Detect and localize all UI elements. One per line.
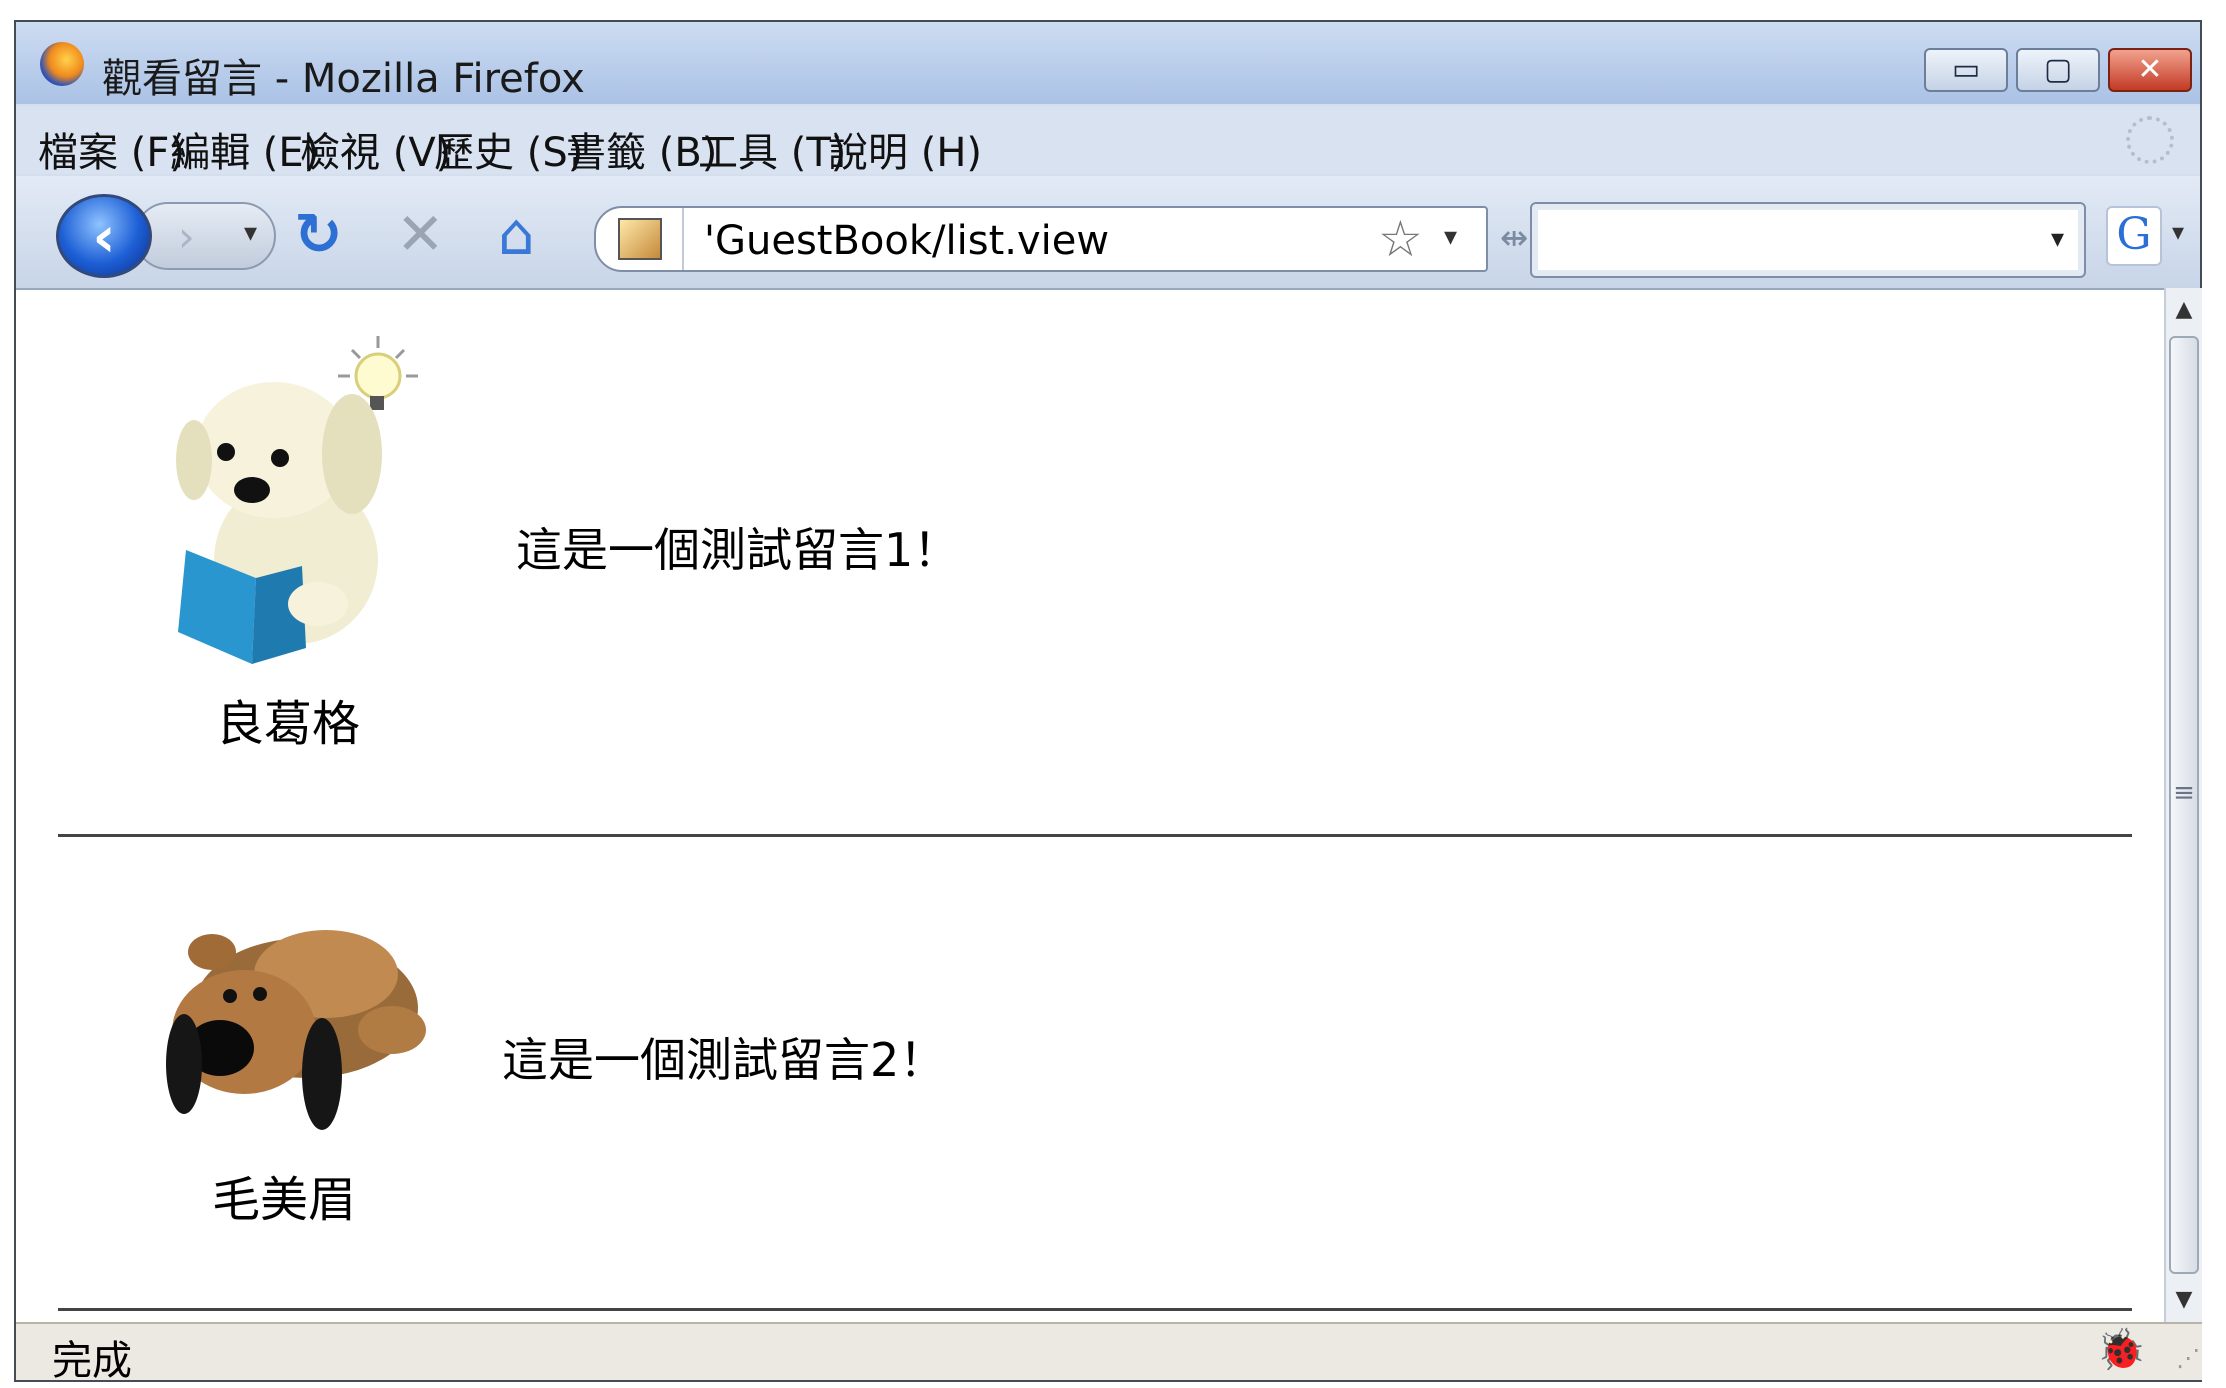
cream-puppy-avatar-icon (176, 336, 418, 664)
reload-icon[interactable]: ↻ (294, 204, 343, 264)
title-bar[interactable]: 觀看留言 - Mozilla Firefox ▭ ▢ ✕ (16, 22, 2200, 104)
maximize-icon: ▢ (2043, 52, 2073, 87)
bookmark-star-icon[interactable]: ☆ (1378, 210, 1423, 268)
window-title: 觀看留言 - Mozilla Firefox (102, 56, 585, 102)
scroll-down-icon[interactable]: ▼ (2166, 1278, 2202, 1322)
browser-window: 觀看留言 - Mozilla Firefox ▭ ▢ ✕ 檔案 (F) 編輯 (… (14, 20, 2202, 1384)
vertical-scrollbar[interactable]: ▲ ≡ ▼ (2164, 288, 2202, 1322)
google-search-icon[interactable]: G (2106, 206, 2162, 266)
entry-author-name: 毛美眉 (212, 1172, 357, 1228)
resize-grip-icon[interactable]: ⋰ (2176, 1344, 2200, 1372)
forward-arrow-icon: › (178, 212, 195, 261)
entry-message: 這是一個測試留言1！ (516, 523, 960, 577)
menu-help[interactable]: 說明 (H) (828, 120, 982, 178)
search-input[interactable]: ▾ (1530, 202, 2086, 278)
entry-divider (58, 1308, 2132, 1311)
address-bar[interactable]: 'GuestBook/list.view ☆ ▾ (594, 206, 1488, 272)
forward-button[interactable]: › ▾ (134, 202, 276, 270)
menu-history[interactable]: 歷史 (S) (434, 120, 583, 178)
site-favicon-icon (618, 218, 662, 260)
menu-bookmarks[interactable]: 書籤 (B) (566, 120, 717, 178)
throbber-icon (2126, 116, 2174, 164)
minimize-icon: ▭ (1951, 52, 1981, 87)
page-content: 良葛格 這是一個測試留言1！ 毛美眉 這是一個測試留言2！ (16, 288, 2164, 1322)
url-dropdown-icon[interactable]: ▾ (1444, 222, 1457, 252)
minimize-button[interactable]: ▭ (1924, 48, 2008, 92)
home-icon[interactable]: ⌂ (498, 204, 535, 264)
close-button[interactable]: ✕ (2108, 48, 2192, 92)
scroll-up-icon[interactable]: ▲ (2166, 288, 2202, 332)
navigation-toolbar: › ▾ ‹ ↻ ✕ ⌂ 'GuestBook/list.view ☆ ▾ ⇹ ▾… (16, 176, 2200, 288)
status-text: 完成 (52, 1338, 132, 1384)
menu-edit[interactable]: 編輯 (E) (170, 120, 319, 178)
history-dropdown-icon[interactable]: ▾ (244, 218, 257, 248)
menu-file[interactable]: 檔案 (F) (38, 120, 185, 178)
status-bar: 完成 🐞 ⋰ (16, 1322, 2202, 1384)
menu-tools[interactable]: 工具 (T) (698, 120, 846, 178)
entry-author-name: 良葛格 (216, 696, 361, 752)
entry-divider (58, 834, 2132, 837)
stop-icon[interactable]: ✕ (396, 204, 445, 264)
firefox-logo-icon (40, 42, 84, 86)
search-dropdown-icon[interactable]: ▾ (2051, 224, 2064, 254)
back-button[interactable]: ‹ (56, 194, 152, 278)
firebug-icon[interactable]: 🐞 (2096, 1326, 2146, 1373)
scroll-grip-icon: ≡ (2173, 778, 2195, 808)
menu-view[interactable]: 檢視 (V) (300, 120, 451, 178)
brown-puppy-avatar-icon (166, 930, 426, 1130)
maximize-button[interactable]: ▢ (2016, 48, 2100, 92)
search-engine-dropdown-icon[interactable]: ▾ (2172, 218, 2184, 246)
back-arrow-icon: ‹ (92, 205, 116, 270)
entry-message: 這是一個測試留言2！ (502, 1033, 946, 1087)
scroll-thumb[interactable]: ≡ (2169, 336, 2199, 1274)
close-icon: ✕ (2137, 52, 2163, 87)
address-divider (682, 208, 684, 270)
url-input[interactable]: 'GuestBook/list.view (704, 218, 1109, 264)
menu-bar: 檔案 (F) 編輯 (E) 檢視 (V) 歷史 (S) 書籤 (B) 工具 (T… (16, 106, 2200, 176)
toolbar-resizer-icon[interactable]: ⇹ (1500, 218, 1529, 258)
